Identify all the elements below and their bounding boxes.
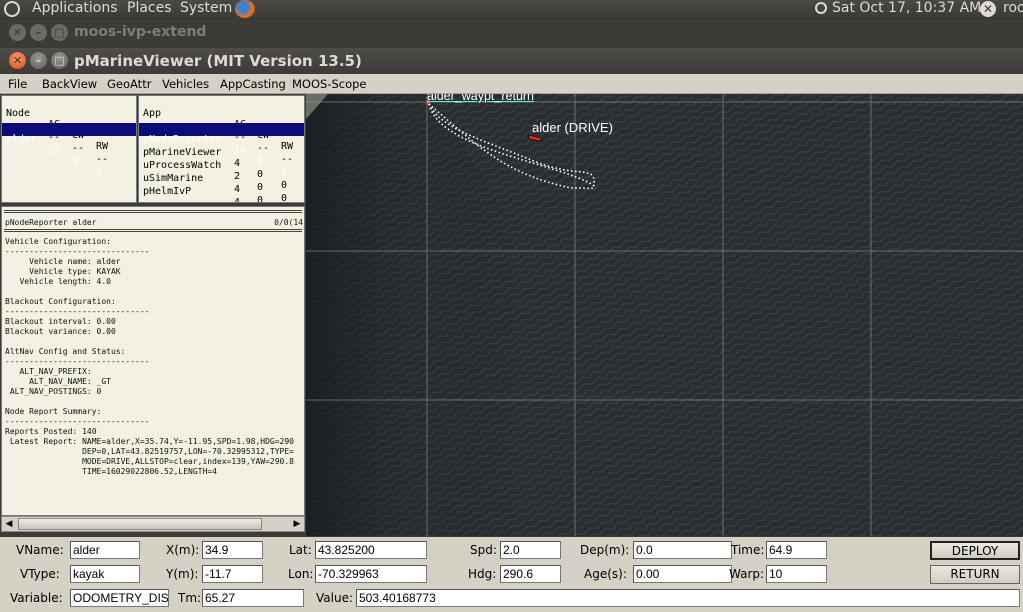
table-row[interactable]: alder 24 0 0 bbox=[2, 123, 136, 178]
minimize-icon[interactable]: – bbox=[30, 24, 47, 41]
node-table-header: Node AC CW RW bbox=[2, 97, 136, 152]
appcast-header-left: pNodeReporter alder bbox=[5, 218, 97, 227]
vname-label: VName: bbox=[16, 543, 64, 557]
age-field[interactable]: 0.00 bbox=[633, 565, 732, 583]
scroll-thumb[interactable] bbox=[18, 518, 262, 530]
vname-field[interactable]: alder bbox=[70, 541, 140, 559]
time-field[interactable]: 64.9 bbox=[766, 541, 827, 559]
lon-field[interactable]: -70.329963 bbox=[315, 565, 427, 583]
map-canvas bbox=[306, 94, 1023, 536]
appcast-top-rule bbox=[4, 210, 302, 213]
maximize-icon[interactable]: □ bbox=[51, 24, 68, 41]
age-label: Age(s): bbox=[584, 567, 627, 581]
cell-cw: 0 bbox=[72, 156, 79, 167]
menu-moos-scope[interactable]: MOOS-Scope bbox=[292, 77, 367, 91]
scroll-left-arrow[interactable]: ◀ bbox=[3, 518, 15, 530]
places-menu[interactable]: Places bbox=[127, 0, 172, 16]
cell-node: alder bbox=[6, 134, 37, 145]
scroll-right-arrow[interactable]: ▶ bbox=[291, 518, 303, 530]
variable-field[interactable]: ODOMETRY_DIST bbox=[70, 589, 169, 607]
clock[interactable]: Sat Oct 17, 10:37 AM bbox=[832, 0, 981, 16]
menu-vehicles[interactable]: Vehicles bbox=[162, 77, 209, 91]
map-view[interactable]: alder_waypt_return alder (DRIVE) bbox=[306, 94, 1023, 536]
x-label: X(m): bbox=[166, 543, 200, 557]
dep-field[interactable]: 0.0 bbox=[633, 541, 732, 559]
dep-label: Dep(m): bbox=[580, 543, 630, 557]
cell-rw: 0 bbox=[281, 193, 288, 203]
background-window-title: moos-ivp-extend bbox=[74, 24, 207, 40]
table-row[interactable]: pHelmIvP 4 0 0 bbox=[139, 175, 304, 202]
clock-icon bbox=[815, 2, 827, 14]
app-table: App AC CW RW ------------- -- -- -- pNod… bbox=[138, 95, 305, 203]
user-name[interactable]: roo bbox=[1003, 0, 1023, 16]
warp-field[interactable]: 10 bbox=[766, 565, 827, 583]
menu-geoattr[interactable]: GeoAttr bbox=[107, 77, 151, 91]
vtype-label: VType: bbox=[20, 567, 60, 581]
y-label: Y(m): bbox=[166, 567, 199, 581]
appcast-header-rule bbox=[4, 229, 302, 232]
spd-label: Spd: bbox=[470, 543, 497, 557]
maximize-icon[interactable]: □ bbox=[51, 52, 68, 69]
cell-ac: 4 bbox=[234, 197, 241, 203]
divider: -- bbox=[96, 154, 109, 165]
vehicle-info-panel: VName: alder VType: kayak Variable: ODOM… bbox=[0, 537, 1023, 612]
close-icon[interactable]: ✕ bbox=[9, 52, 26, 69]
menu-backview[interactable]: BackView bbox=[42, 77, 97, 91]
close-icon[interactable]: ✕ bbox=[9, 24, 26, 41]
y-field[interactable]: -11.7 bbox=[202, 565, 263, 583]
lat-field[interactable]: 43.825200 bbox=[315, 541, 427, 559]
firefox-icon[interactable] bbox=[235, 0, 255, 18]
hdg-label: Hdg: bbox=[468, 567, 497, 581]
appcast-header-right: 0/0(14 bbox=[274, 218, 303, 227]
system-menu[interactable]: System bbox=[180, 0, 232, 16]
x-field[interactable]: 34.9 bbox=[202, 541, 263, 559]
applications-menu[interactable]: Applications bbox=[32, 0, 118, 16]
cell-app: pHelmIvP bbox=[143, 186, 192, 197]
window-title: pMarineViewer (MIT Version 13.5) bbox=[74, 52, 362, 70]
return-button[interactable]: RETURN bbox=[930, 565, 1020, 584]
spd-field[interactable]: 2.0 bbox=[500, 541, 561, 559]
table-row[interactable]: pMarineViewer 4 0 0 bbox=[139, 136, 304, 191]
cell-cw: 0 bbox=[257, 195, 264, 203]
menu-appcasting[interactable]: AppCasting bbox=[220, 77, 286, 91]
col-rw: RW bbox=[96, 141, 109, 152]
appcast-report-pane[interactable]: pNodeReporter alder 0/0(14 Vehicle Confi… bbox=[1, 206, 305, 516]
table-row[interactable]: pNodeReporter 10 0 0 bbox=[139, 123, 304, 178]
lon-label: Lon: bbox=[288, 567, 314, 581]
background-window-titlebar: ✕ – □ moos-ivp-extend bbox=[0, 20, 1023, 46]
appcast-body: Vehicle Configuration: -----------------… bbox=[5, 237, 294, 476]
vtype-field[interactable]: kayak bbox=[70, 565, 140, 583]
horizontal-scrollbar[interactable]: ◀ ▶ bbox=[1, 516, 305, 532]
app-table-header: App AC CW RW bbox=[139, 97, 304, 152]
node-table: Node AC CW RW ----- -- -- -- alder 24 0 … bbox=[1, 95, 137, 203]
value-field[interactable]: 503.40168773 bbox=[356, 589, 1020, 607]
app-table-divider: ------------- -- -- -- bbox=[139, 110, 304, 165]
vehicle-label: alder (DRIVE) bbox=[532, 120, 613, 135]
table-row[interactable]: uSimMarine 4 0 0 bbox=[139, 162, 304, 202]
tm-label: Tm: bbox=[178, 591, 202, 605]
table-row[interactable]: uProcessWatch 2 0 0 bbox=[139, 149, 304, 202]
node-table-divider: ----- -- -- -- bbox=[2, 110, 136, 165]
time-label: Time: bbox=[731, 543, 765, 557]
ubuntu-logo-icon[interactable] bbox=[4, 1, 20, 17]
deploy-button[interactable]: DEPLOY bbox=[930, 541, 1020, 560]
lat-label: Lat: bbox=[289, 543, 312, 557]
window-titlebar: ✕ – □ pMarineViewer (MIT Version 13.5) bbox=[0, 48, 1023, 74]
waypoint-label: alder_waypt_return bbox=[427, 94, 535, 103]
minimize-icon[interactable]: – bbox=[30, 52, 47, 69]
divider: -- bbox=[72, 143, 85, 154]
variable-label: Variable: bbox=[10, 591, 63, 605]
cell-ac: 24 bbox=[48, 145, 61, 156]
menu-file[interactable]: File bbox=[8, 77, 27, 91]
top-panel: Applications Places System Sat Oct 17, 1… bbox=[0, 0, 1023, 20]
menu-bar: File BackView GeoAttr Vehicles AppCastin… bbox=[0, 74, 1023, 94]
session-icon[interactable]: ✕ bbox=[980, 1, 996, 17]
warp-label: Warp: bbox=[729, 567, 765, 581]
value-label: Value: bbox=[316, 591, 353, 605]
cell-rw: 0 bbox=[96, 167, 103, 178]
hdg-field[interactable]: 290.6 bbox=[500, 565, 561, 583]
tm-field[interactable]: 65.27 bbox=[202, 589, 304, 607]
